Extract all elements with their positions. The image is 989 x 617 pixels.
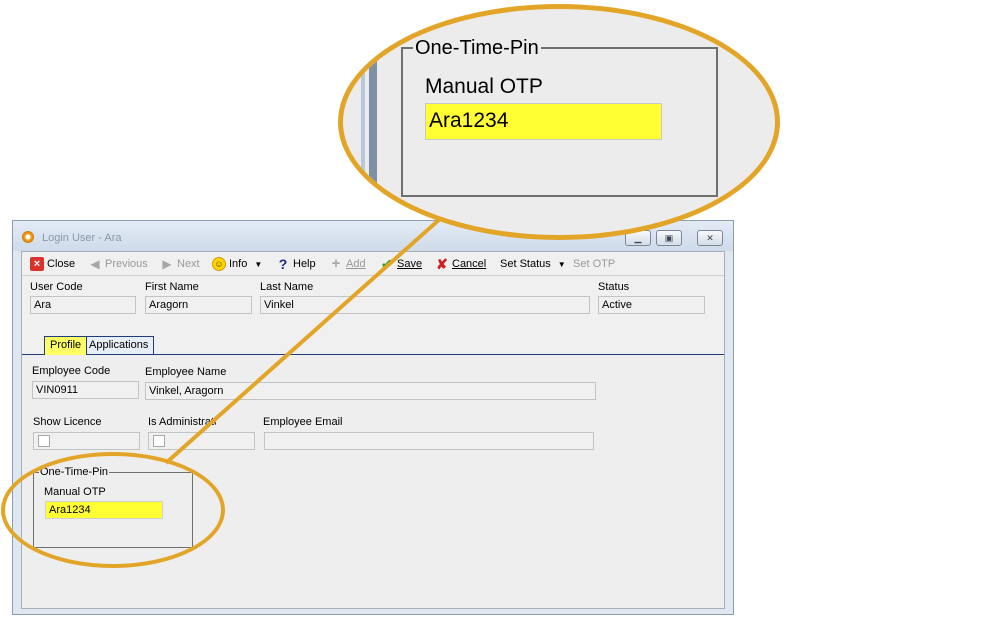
tab-applications[interactable]: Applications [83,336,155,354]
user-code-label: User Code [30,281,83,293]
first-name-label: First Name [145,281,199,293]
zoom-manual-otp-field: Ara1234 [425,103,662,140]
help-button[interactable]: ? Help [276,256,316,272]
user-code-field[interactable]: Ara [30,296,136,314]
smiley-icon: ☺ [212,257,226,271]
app-icon [22,231,34,243]
close-icon: × [30,257,44,271]
next-label: Next [177,258,200,270]
close-button[interactable]: × Close [30,256,75,272]
employee-name-label: Employee Name [145,366,227,378]
next-button[interactable]: ▶ Next [160,256,200,272]
last-name-field[interactable]: Vinkel [260,296,590,314]
info-button[interactable]: ☺ Info ▼ [212,256,262,272]
set-otp-button[interactable]: Set OTP [573,256,615,272]
show-licence-label: Show Licence [33,416,102,428]
arrow-right-icon: ▶ [162,257,172,271]
employee-name-field[interactable]: Vinkel, Aragorn [145,382,596,400]
toolbar: × Close ◀ Previous ▶ Next ☺ Info ▼ ? Hel… [22,252,724,276]
set-status-button[interactable]: Set Status ▼ [500,256,566,272]
is-administrator-checkbox[interactable] [153,435,165,447]
employee-email-label: Employee Email [263,416,343,428]
help-label: Help [293,258,316,270]
employee-code-field[interactable]: VIN0911 [32,381,139,399]
show-licence-checkbox[interactable] [38,435,50,447]
zoom-callout: One-Time-Pin Manual OTP Ara1234 [338,4,780,240]
x-icon: ✘ [436,256,448,272]
cancel-label: Cancel [452,258,487,270]
employee-email-field[interactable] [264,432,594,450]
chevron-down-icon[interactable]: ▼ [254,260,262,269]
zoom-one-time-pin-title: One-Time-Pin [413,37,541,59]
chevron-down-icon[interactable]: ▼ [558,260,566,269]
set-otp-label: Set OTP [573,258,616,270]
checkmark-icon: ✔ [381,256,393,272]
is-administrator-label: Is Administrator [148,416,216,428]
arrow-left-icon: ◀ [90,257,100,271]
help-icon: ? [278,256,288,272]
last-name-label: Last Name [260,281,314,293]
tab-profile[interactable]: Profile [44,336,88,355]
highlight-ring [1,452,225,568]
zoom-one-time-pin-group: One-Time-Pin Manual OTP Ara1234 [401,37,718,197]
plus-icon: + [331,255,341,272]
save-button[interactable]: ✔ Save [380,256,422,272]
close-label: Close [47,258,76,270]
employee-code-label: Employee Code [32,365,111,377]
info-label: Info [229,258,248,270]
window-title: Login User - Ara [42,232,122,244]
status-field[interactable]: Active [598,296,705,314]
cancel-button[interactable]: ✘ Cancel [435,256,486,272]
zoom-manual-otp-label: Manual OTP [425,75,543,98]
add-button[interactable]: + Add [329,256,366,272]
status-label: Status [598,281,630,293]
previous-label: Previous [105,258,148,270]
zoom-window-border [369,9,377,235]
zoom-window-edge [361,39,365,199]
save-label: Save [397,258,423,270]
previous-button[interactable]: ◀ Previous [88,256,148,272]
first-name-field[interactable]: Aragorn [145,296,252,314]
set-status-label: Set Status [500,258,551,270]
add-label: Add [346,258,366,270]
